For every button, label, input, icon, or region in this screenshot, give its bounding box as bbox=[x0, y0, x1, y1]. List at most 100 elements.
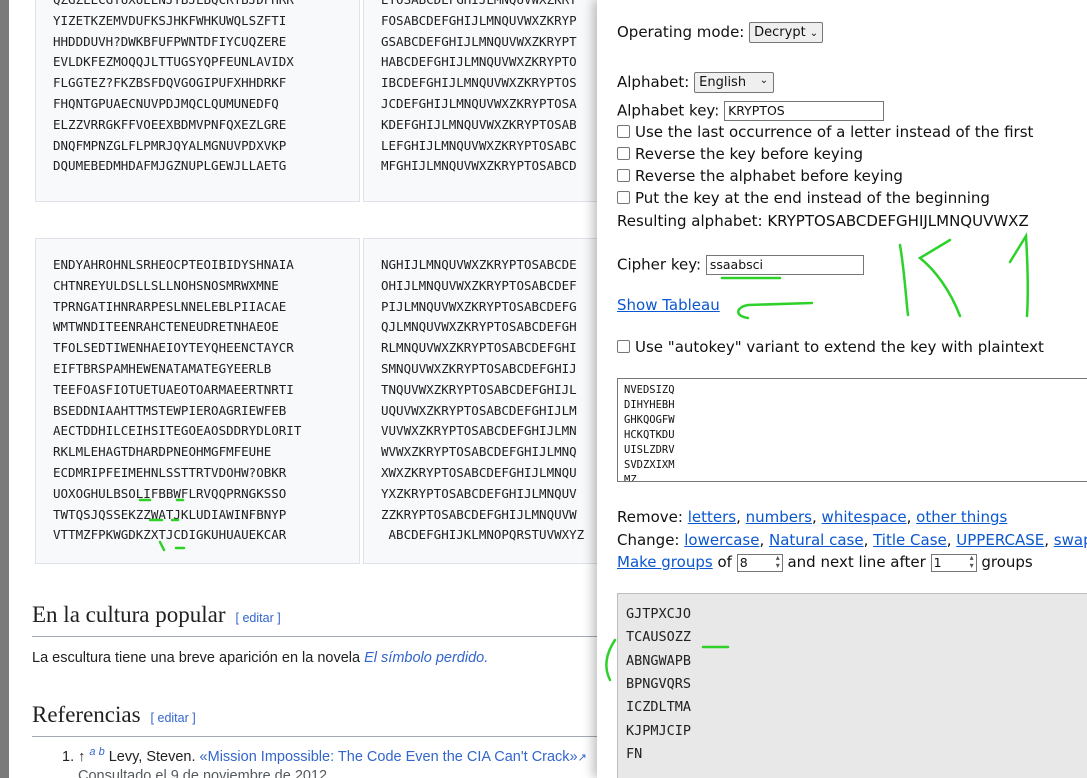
cipher-line: DQUMEBEDMHDAFMJGZNUPLGEWJLLAETG bbox=[53, 158, 287, 174]
uppercase-link[interactable]: UPPERCASE bbox=[956, 531, 1044, 549]
tableau-line: XWXZKRYPTOSABCDEFGHIJLMNQU bbox=[381, 465, 577, 480]
cipher-line: ELZZVRRGKFFVOEEXBDMVPNFQXEZLGRE bbox=[53, 116, 287, 132]
cipher-line: ECDMRIPFEIMEHNLSSTTRTVDOHW?OBKR bbox=[53, 465, 287, 480]
cipher-line: BSEDDNIAAHTTMSTEWPIEROAGRIEWFEB bbox=[53, 402, 287, 418]
input-line: GHKQOGFW bbox=[624, 414, 675, 426]
output-line: ABNGWAPB bbox=[626, 652, 692, 669]
resulting-alphabet: Resulting alphabet: KRYPTOSABCDEFGHIJLMN… bbox=[617, 212, 1029, 230]
make-groups-link[interactable]: Make groups bbox=[617, 553, 713, 571]
remove-other-things-link[interactable]: other things bbox=[916, 508, 1007, 526]
novel-link[interactable]: El símbolo perdido. bbox=[364, 650, 488, 666]
wikipedia-page: QZGZLECGYUXUEENJTBJLBQCRTBJDFHRR YIZETKZE… bbox=[0, 0, 600, 778]
change-row: Change: lowercase, Natural case, Title C… bbox=[617, 531, 1087, 549]
make-groups-row: Make groups of 8 ▴ ▾ and next line after 1… bbox=[617, 552, 1033, 572]
swap-case-link[interactable]: swap case bbox=[1054, 531, 1087, 549]
reference-title-link[interactable]: «Mission Impossible: The Code Even the C… bbox=[200, 749, 578, 765]
output-line: FN bbox=[626, 745, 643, 762]
group-size-input[interactable]: 8 ▴ ▾ bbox=[736, 553, 783, 572]
cipher-line: UOXOGHULBSOLIFBBWFLRVQQPRNGKSSO bbox=[53, 485, 287, 501]
cipher-line: FLGGTEZ?FKZBSFDQVGOGIPUFXHHDRKF bbox=[53, 75, 287, 91]
tableau-line: HABCDEFGHIJLMNQUVWXZKRYPTO bbox=[381, 54, 577, 70]
chevron-down-icon: ⌄ bbox=[809, 28, 819, 39]
tableau-line: YXZKRYPTOSABCDEFGHIJLMNQUV bbox=[381, 485, 577, 501]
remove-letters-link[interactable]: letters bbox=[688, 508, 736, 526]
checkbox[interactable] bbox=[617, 191, 630, 204]
tableau-line: LEFGHIJLMNQUVWXZKRYPTOSABC bbox=[381, 137, 577, 153]
checkbox[interactable] bbox=[617, 125, 630, 138]
alphabet-key-input[interactable]: KRYPTOS bbox=[724, 101, 885, 121]
output-line: TCAUSOZZ bbox=[626, 629, 692, 646]
cipher-line: QZGZLECGYUXUEENJTBJLBQCRTBJDFHRR bbox=[53, 0, 294, 9]
cipher-line: EVLDKFEZMOQQJLTTUGSYQPFEUNLAVIDX bbox=[53, 54, 294, 70]
reference-item: 1. ↑ a b Levy, Steven. «Mission Impossib… bbox=[62, 746, 587, 765]
cipher-tool-panel: Operating mode: Decrypt ⌄ Alphabet: Engli… bbox=[597, 0, 1087, 778]
tableau-box-bottom-right: NGHIJLMNQUVWXZKRYPTOSABCDE OHIJLMNQUVWXZK… bbox=[363, 238, 600, 564]
cipher-key-input[interactable]: ssaabsci bbox=[705, 255, 864, 275]
cipher-line: TFOLSEDTIWENHAEIOYTEYQHEENCTAYCR bbox=[53, 340, 294, 356]
title-case-link[interactable]: Title Case bbox=[873, 531, 947, 549]
reference-access-date: Consultado el 9 de noviembre de 2012. bbox=[78, 768, 332, 778]
cipher-key-row: Cipher key: ssaabsci bbox=[617, 255, 864, 275]
tableau-line: NGHIJLMNQUVWXZKRYPTOSABCDE bbox=[381, 257, 577, 272]
section-heading-popular-culture: En la cultura popular[ editar ] bbox=[32, 602, 281, 627]
show-tableau-link[interactable]: Show Tableau bbox=[617, 296, 720, 314]
cipher-line: RKLMLEHAGTDHARDPNEOHMGFMFEUHE bbox=[53, 444, 272, 460]
spinner-icon[interactable]: ▴ ▾ bbox=[970, 553, 974, 570]
tableau-line: IBCDEFGHIJLMNQUVWXZKRYPTOS bbox=[381, 75, 577, 91]
autokey-option[interactable]: Use "autokey" variant to extend the key … bbox=[617, 338, 1044, 356]
checkbox[interactable] bbox=[617, 340, 630, 353]
ciphertext-box-bottom-left: ENDYAHROHNLSRHEOCPTEOIBIDYSHNAIA CHTNREYU… bbox=[35, 238, 360, 564]
natural-case-link[interactable]: Natural case bbox=[769, 531, 864, 549]
checkbox[interactable] bbox=[617, 147, 630, 160]
input-line: HCKQTKDU bbox=[624, 429, 675, 441]
tableau-line: WVWXZKRYPTOSABCDEFGHIJLMNQ bbox=[381, 444, 577, 460]
cipher-line: TEEFOASFIOTUETUAEOTOARMAEERTNRTI bbox=[53, 381, 294, 397]
tableau-line: SMNQUVWXZKRYPTOSABCDEFGHIJ bbox=[381, 361, 577, 376]
cipher-line: DNQFMPNZGLFLPMRJQYALMGNUVPDXVKP bbox=[53, 137, 287, 153]
option-reverse-key[interactable]: Reverse the key before keying bbox=[617, 145, 863, 163]
option-reverse-alphabet[interactable]: Reverse the alphabet before keying bbox=[617, 167, 903, 185]
cipher-line: TPRNGATIHNRARPESLNNELEBLPIIACAE bbox=[53, 298, 287, 314]
section-heading-references: Referencias[ editar ] bbox=[32, 702, 196, 727]
tableau-line: ETOSABCDEFGHIJLMNQUVWXZKRY bbox=[381, 0, 577, 9]
edit-link[interactable]: [ editar ] bbox=[151, 711, 196, 725]
input-textarea[interactable]: NVEDSIZQ DIHYHEBH GHKQOGFW HCKQTKDU UISLZDRV… bbox=[617, 378, 1087, 482]
tableau-line: MFGHIJLMNQUVWXZKRYPTOSABCD bbox=[381, 158, 577, 174]
tableau-line: UQUVWXZKRYPTOSABCDEFGHIJLM bbox=[381, 402, 577, 418]
alphabet-select[interactable]: English ⌄ bbox=[694, 72, 775, 93]
output-box: GJTPXCJO TCAUSOZZ ABNGWAPB BPNGVQRS ICZDLTMA… bbox=[617, 593, 1087, 778]
cipher-line: ENDYAHROHNLSRHEOCPTEOIBIDYSHNAIA bbox=[53, 257, 294, 272]
tableau-line: RLMNQUVWXZKRYPTOSABCDEFGHI bbox=[381, 340, 577, 356]
alphabet-key-row: Alphabet key: KRYPTOS bbox=[617, 101, 885, 121]
cipher-line: VTTMZFPKWGDKZXTJCDIGKUHUAUEKCAR bbox=[53, 527, 287, 543]
reference-backlinks[interactable]: a b bbox=[89, 746, 104, 758]
cipher-line: EIFTBRSPAMHEWENATAMATEGYEERLB bbox=[53, 361, 272, 376]
checkbox[interactable] bbox=[617, 169, 630, 182]
input-line: MZ bbox=[624, 474, 637, 482]
option-key-at-end[interactable]: Put the key at the end instead of the be… bbox=[617, 189, 990, 207]
section-divider bbox=[32, 736, 600, 737]
spinner-icon[interactable]: ▴ ▾ bbox=[776, 553, 780, 570]
section-paragraph: La escultura tiene una breve aparición e… bbox=[32, 650, 489, 666]
external-link-icon: ↗ bbox=[577, 751, 587, 764]
remove-whitespace-link[interactable]: whitespace bbox=[822, 508, 907, 526]
tableau-line: ABCDEFGHIJKLMNOPQRSTUVWXYZ bbox=[381, 527, 585, 543]
cipher-line: WMTWNDITEENRAHCTENEUDRETNHAEOE bbox=[53, 319, 279, 335]
alphabet-row: Alphabet: English ⌄ bbox=[617, 72, 775, 93]
input-line: NVEDSIZQ bbox=[624, 384, 675, 396]
operating-mode-select[interactable]: Decrypt ⌄ bbox=[749, 22, 824, 43]
remove-numbers-link[interactable]: numbers bbox=[746, 508, 812, 526]
operating-mode-row: Operating mode: Decrypt ⌄ bbox=[617, 22, 824, 43]
groups-per-line-input[interactable]: 1 ▴ ▾ bbox=[930, 553, 977, 572]
edit-link[interactable]: [ editar ] bbox=[236, 611, 281, 625]
output-line: ICZDLTMA bbox=[626, 699, 692, 716]
input-line: DIHYHEBH bbox=[624, 399, 675, 411]
tableau-line: FOSABCDEFGHIJLMNQUVWXZKRYP bbox=[381, 12, 577, 28]
window-edge bbox=[0, 0, 9, 778]
input-line: SVDZXIXM bbox=[624, 459, 675, 471]
lowercase-link[interactable]: lowercase bbox=[684, 531, 759, 549]
tableau-line: JCDEFGHIJLMNQUVWXZKRYPTOSA bbox=[381, 96, 577, 111]
output-line: GJTPXCJO bbox=[626, 606, 692, 622]
option-last-occurrence[interactable]: Use the last occurrence of a letter inst… bbox=[617, 123, 1033, 141]
section-divider bbox=[32, 636, 600, 637]
